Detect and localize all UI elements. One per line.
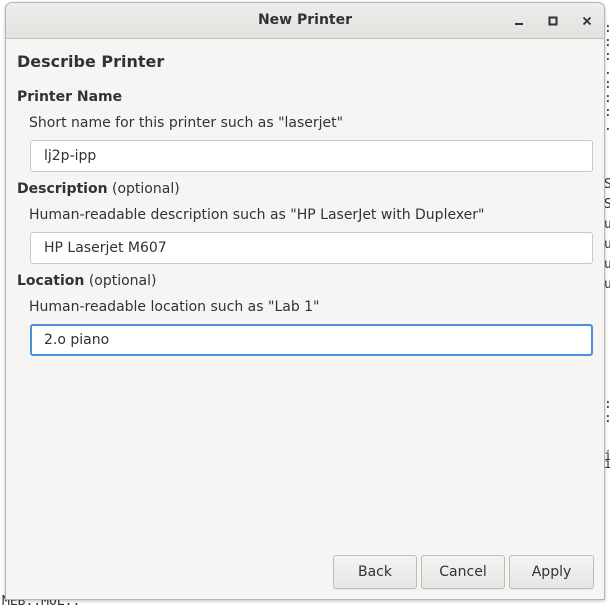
back-button[interactable]: Back bbox=[333, 555, 417, 589]
description-hint: Human-readable description such as "HP L… bbox=[29, 207, 485, 223]
location-label: Location (optional) bbox=[17, 273, 157, 289]
printer-name-label-text: Printer Name bbox=[17, 89, 123, 105]
cancel-button[interactable]: Cancel bbox=[421, 555, 505, 589]
description-optional: (optional) bbox=[107, 181, 180, 197]
apply-button[interactable]: Apply bbox=[509, 555, 594, 589]
location-label-text: Location bbox=[17, 273, 85, 289]
new-printer-dialog: New Printer Describe Printer Printer Nam… bbox=[5, 2, 605, 600]
close-icon[interactable] bbox=[578, 12, 596, 30]
location-optional: (optional) bbox=[84, 273, 157, 289]
description-label: Description (optional) bbox=[17, 181, 180, 197]
description-label-text: Description bbox=[17, 181, 108, 197]
maximize-icon[interactable] bbox=[544, 12, 562, 30]
title-bar[interactable]: New Printer bbox=[6, 3, 604, 39]
printer-name-label: Printer Name bbox=[17, 89, 122, 105]
minimize-icon[interactable] bbox=[510, 12, 528, 30]
location-hint: Human-readable location such as "Lab 1" bbox=[29, 299, 320, 315]
printer-name-hint: Short name for this printer such as "las… bbox=[29, 115, 344, 131]
printer-name-input[interactable] bbox=[30, 140, 593, 172]
location-input[interactable] bbox=[30, 324, 593, 356]
dialog-content: Describe Printer Printer Name Short name… bbox=[6, 39, 604, 599]
page-heading: Describe Printer bbox=[17, 52, 165, 71]
description-input[interactable] bbox=[30, 232, 593, 264]
